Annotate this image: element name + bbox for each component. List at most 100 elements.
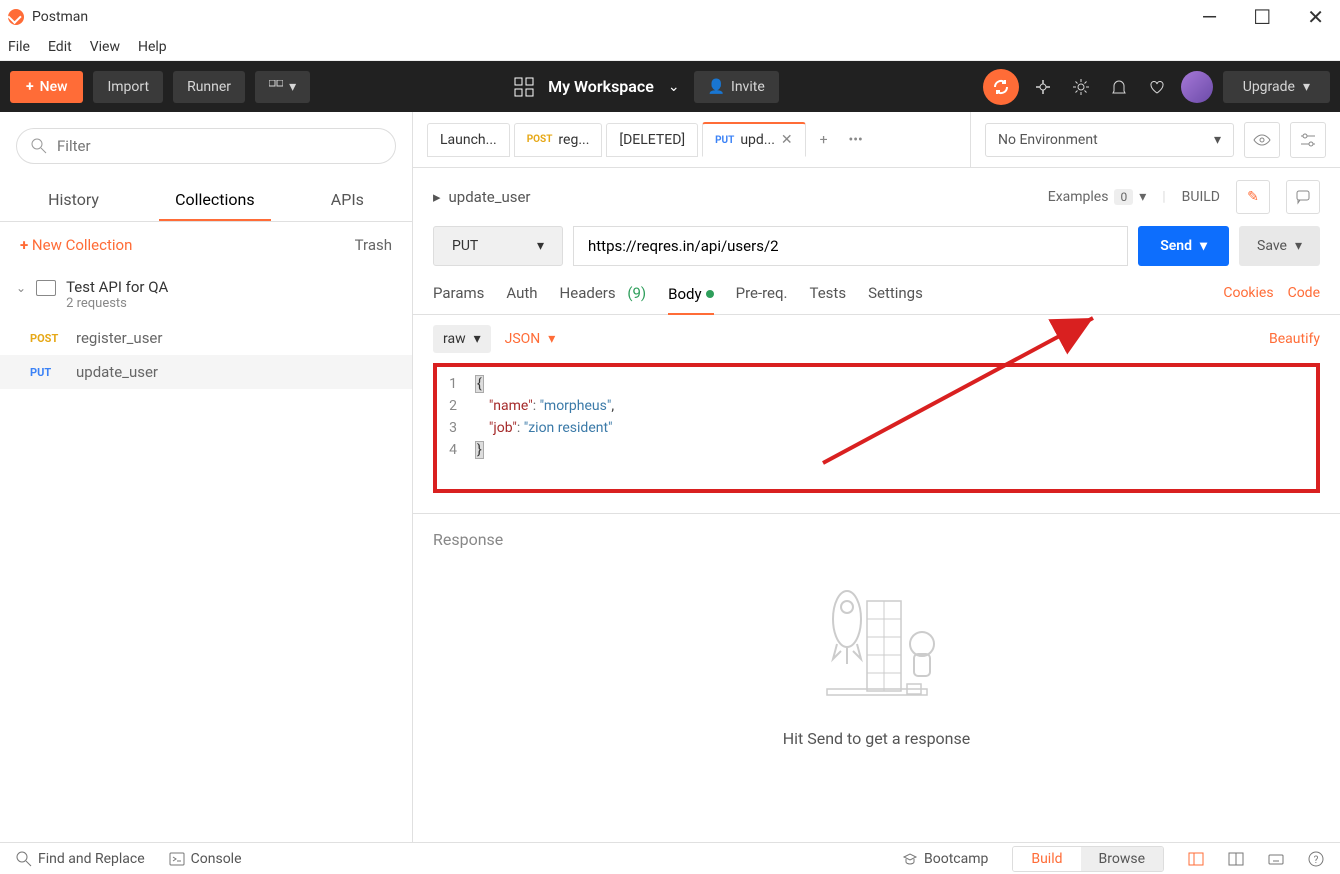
notifications-icon[interactable]: [1105, 73, 1133, 101]
tab-overflow-button[interactable]: •••: [842, 126, 870, 154]
env-settings-button[interactable]: [1290, 122, 1326, 158]
menu-edit[interactable]: Edit: [48, 39, 72, 55]
tab-collections[interactable]: Collections: [159, 180, 271, 221]
env-label: No Environment: [998, 132, 1098, 148]
edit-button[interactable]: ✎: [1236, 180, 1270, 214]
body-editor[interactable]: 1{ 2 "name": "morpheus", 3 "job": "zion …: [433, 363, 1320, 493]
request-tab-deleted[interactable]: [DELETED]: [606, 123, 698, 157]
invite-button[interactable]: 👤Invite: [694, 71, 779, 103]
console-icon: [169, 851, 185, 867]
send-button[interactable]: Send ▾: [1138, 226, 1229, 266]
sidebar-toggle-icon[interactable]: [1188, 851, 1204, 867]
method-select[interactable]: PUT▾: [433, 226, 563, 266]
eye-icon: [1253, 131, 1271, 149]
request-tab-launch[interactable]: Launch...: [427, 123, 510, 157]
svg-text:?: ?: [1314, 855, 1319, 866]
environment-select[interactable]: No Environment▾: [985, 123, 1234, 157]
build-label[interactable]: BUILD: [1182, 189, 1220, 205]
beautify-button[interactable]: Beautify: [1269, 331, 1320, 347]
body-mode-select[interactable]: raw▾: [433, 325, 491, 353]
browse-tab[interactable]: Browse: [1081, 847, 1163, 871]
new-tab-button[interactable]: +: [810, 126, 838, 154]
tab-apis[interactable]: APIs: [315, 180, 380, 221]
request-name: update_user: [76, 363, 158, 381]
new-collection-button[interactable]: New Collection: [20, 236, 132, 254]
trash-link[interactable]: Trash: [355, 236, 392, 254]
settings-icon[interactable]: [1067, 73, 1095, 101]
console-button[interactable]: Console: [169, 851, 242, 867]
workspace-grid-icon[interactable]: [514, 77, 534, 97]
examples-label: Examples: [1048, 189, 1109, 205]
chevron-down-icon: ▾: [1303, 79, 1310, 95]
runner-button[interactable]: Runner: [173, 71, 245, 103]
close-icon[interactable]: ✕: [781, 132, 793, 148]
bootcamp-button[interactable]: Bootcamp: [902, 851, 988, 867]
import-button[interactable]: Import: [93, 71, 163, 103]
tabbar-row: Launch... POSTreg... [DELETED] PUTupd...…: [413, 112, 1340, 168]
capture-icon[interactable]: [1029, 73, 1057, 101]
close-button[interactable]: ✕: [1299, 3, 1332, 31]
toolbar: New Import Runner ▾ My Workspace ⌄ 👤Invi…: [0, 61, 1340, 112]
folder-icon: [36, 280, 56, 296]
sidebar-request-register[interactable]: POST register_user: [0, 321, 412, 355]
build-browse-toggle[interactable]: Build Browse: [1012, 846, 1164, 872]
filter-box[interactable]: [16, 128, 396, 164]
menu-file[interactable]: File: [8, 39, 30, 55]
body-lang-select[interactable]: JSON▾: [505, 331, 556, 347]
sync-button[interactable]: [983, 69, 1019, 105]
chevron-down-icon: ▾: [548, 331, 555, 347]
workspace-launcher[interactable]: ▾: [255, 71, 310, 103]
new-button[interactable]: New: [10, 71, 83, 103]
minimize-button[interactable]: —: [1194, 3, 1226, 31]
upgrade-button[interactable]: Upgrade▾: [1223, 71, 1330, 103]
collection-sub: 2 requests: [66, 296, 168, 311]
chevron-down-icon[interactable]: ⌄: [668, 79, 680, 95]
chevron-right-icon[interactable]: ▸: [433, 188, 441, 206]
plus-icon: [26, 79, 34, 95]
tab-history[interactable]: History: [32, 180, 115, 221]
menu-help[interactable]: Help: [138, 39, 167, 55]
response-empty-state: Hit Send to get a response: [433, 569, 1320, 768]
line-number: 3: [443, 417, 457, 439]
menu-view[interactable]: View: [90, 39, 120, 55]
tab-headers[interactable]: Headers (9): [560, 280, 647, 306]
method-value: PUT: [452, 238, 478, 254]
request-tab-register[interactable]: POSTreg...: [514, 123, 603, 157]
code-link[interactable]: Code: [1288, 285, 1320, 301]
tab-prereq[interactable]: Pre-req.: [736, 280, 788, 306]
tab-body[interactable]: Body: [668, 281, 713, 315]
request-tab-update[interactable]: PUTupd...✕: [702, 122, 806, 157]
build-tab[interactable]: Build: [1013, 847, 1080, 871]
send-label: Send: [1160, 238, 1192, 254]
url-input[interactable]: [573, 226, 1128, 266]
statusbar: Find and Replace Console Bootcamp Build …: [0, 842, 1340, 874]
headers-label: Headers: [560, 284, 616, 302]
tab-label: [DELETED]: [619, 132, 685, 148]
preview-env-button[interactable]: [1244, 122, 1280, 158]
workspace-name[interactable]: My Workspace: [548, 77, 654, 96]
examples-dropdown[interactable]: Examples0▾: [1048, 189, 1147, 205]
maximize-button[interactable]: ☐: [1245, 3, 1279, 31]
sidebar-request-update[interactable]: PUT update_user: [0, 355, 412, 389]
help-icon[interactable]: ?: [1308, 851, 1324, 867]
chevron-down-icon[interactable]: ▾: [1295, 238, 1302, 254]
tab-tests[interactable]: Tests: [810, 280, 847, 306]
tab-params[interactable]: Params: [433, 280, 484, 306]
comment-button[interactable]: [1286, 180, 1320, 214]
cookies-link[interactable]: Cookies: [1223, 285, 1273, 301]
collection-item[interactable]: ⌄ Test API for QA 2 requests: [0, 268, 412, 321]
filter-input[interactable]: [57, 137, 381, 155]
save-button[interactable]: Save▾: [1239, 226, 1320, 266]
tab-auth[interactable]: Auth: [506, 280, 537, 306]
two-pane-icon[interactable]: [1228, 851, 1244, 867]
tab-settings[interactable]: Settings: [868, 280, 923, 306]
collection-name: Test API for QA: [66, 278, 168, 296]
chevron-down-icon[interactable]: ▾: [1200, 238, 1207, 254]
line-number: 2: [443, 395, 457, 417]
avatar[interactable]: [1181, 71, 1213, 103]
comment-icon: [1295, 189, 1311, 205]
find-replace-button[interactable]: Find and Replace: [16, 851, 145, 867]
keyboard-icon[interactable]: [1268, 851, 1284, 867]
collection-actions: New Collection Trash: [0, 222, 412, 268]
heart-icon[interactable]: [1143, 73, 1171, 101]
